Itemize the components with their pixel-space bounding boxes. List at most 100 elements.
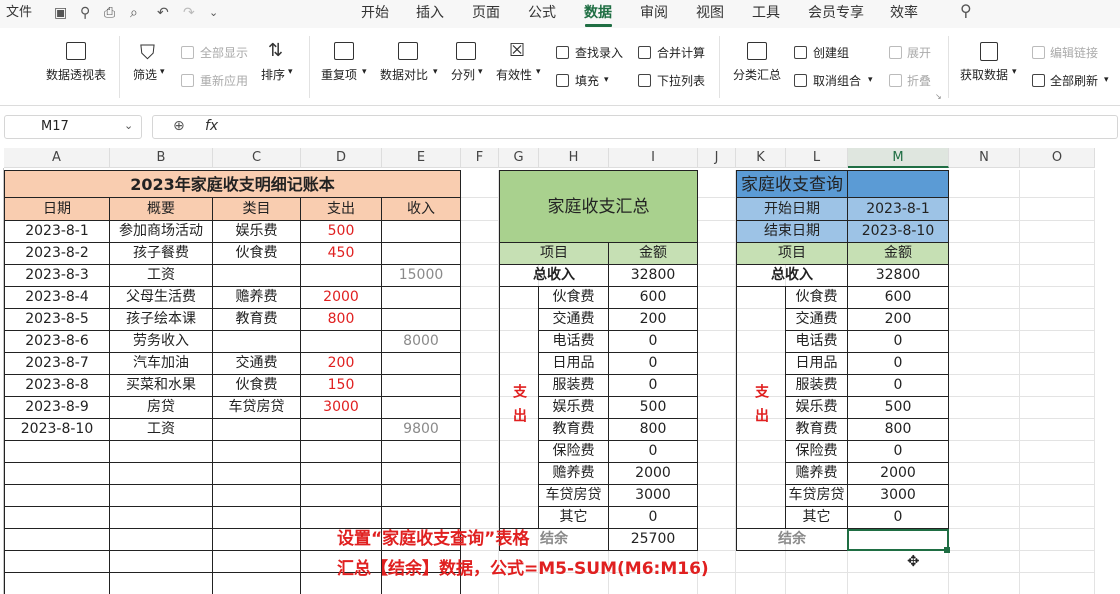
cell[interactable]: 伙食费	[786, 287, 848, 309]
cell[interactable]	[736, 551, 786, 573]
cell[interactable]: 2023-8-1	[4, 221, 110, 243]
cell[interactable]: 支出	[736, 287, 786, 529]
cell[interactable]	[4, 485, 110, 507]
cell[interactable]: 0	[848, 375, 949, 397]
chevron-down-icon[interactable]: ⌄	[209, 5, 218, 21]
cell[interactable]: 2023-8-3	[4, 265, 110, 287]
cell[interactable]: 15000	[382, 265, 461, 287]
cell[interactable]: 车贷房贷	[213, 397, 301, 419]
cell[interactable]	[382, 507, 461, 529]
tab-review[interactable]: 审阅	[640, 5, 668, 21]
cell[interactable]: 结余	[736, 529, 848, 551]
cell[interactable]	[461, 375, 499, 397]
print-icon[interactable]: ⎙	[104, 5, 115, 21]
cell[interactable]	[461, 170, 499, 198]
cell[interactable]: 交通费	[786, 309, 848, 331]
cell[interactable]	[382, 287, 461, 309]
cell[interactable]	[461, 397, 499, 419]
cell[interactable]	[698, 529, 736, 551]
cell[interactable]	[4, 507, 110, 529]
cell[interactable]	[301, 463, 382, 485]
cell[interactable]: 500	[301, 221, 382, 243]
cell[interactable]: 800	[301, 309, 382, 331]
share-icon[interactable]: ⚲	[80, 5, 90, 21]
cell[interactable]: 日用品	[539, 353, 609, 375]
cell[interactable]: 伙食费	[213, 375, 301, 397]
cell[interactable]	[786, 551, 848, 573]
column-header[interactable]: G	[499, 148, 539, 168]
cell[interactable]: 200	[848, 309, 949, 331]
cell[interactable]	[382, 441, 461, 463]
cell[interactable]: 0	[848, 507, 949, 529]
cell[interactable]	[382, 243, 461, 265]
cell[interactable]: 3000	[848, 485, 949, 507]
cell[interactable]	[949, 463, 1020, 485]
cell[interactable]: 800	[609, 419, 698, 441]
cell[interactable]: 2000	[848, 463, 949, 485]
cell[interactable]	[301, 419, 382, 441]
cell[interactable]: 娱乐费	[539, 397, 609, 419]
cell[interactable]	[213, 463, 301, 485]
cell[interactable]: 孩子餐费	[110, 243, 213, 265]
column-header[interactable]: H	[539, 148, 609, 168]
cell[interactable]	[698, 170, 736, 198]
cell[interactable]: 2000	[301, 287, 382, 309]
cell[interactable]	[1020, 375, 1095, 397]
file-menu[interactable]: 文件	[6, 5, 32, 21]
cell[interactable]: 保险费	[539, 441, 609, 463]
cell[interactable]: 3000	[609, 485, 698, 507]
cell[interactable]	[213, 419, 301, 441]
cell[interactable]	[949, 441, 1020, 463]
cell[interactable]: 2023-8-10	[4, 419, 110, 441]
cell[interactable]	[949, 375, 1020, 397]
column-header[interactable]: C	[213, 148, 301, 168]
cell[interactable]	[848, 551, 949, 573]
cell[interactable]: 2023-8-1	[848, 198, 949, 221]
column-header[interactable]: E	[382, 148, 461, 168]
cell[interactable]: 保险费	[786, 441, 848, 463]
column-header[interactable]: O	[1020, 148, 1095, 168]
cell[interactable]: 500	[609, 397, 698, 419]
cell[interactable]: 2023-8-7	[4, 353, 110, 375]
tab-insert[interactable]: 插入	[416, 5, 444, 21]
cell[interactable]	[382, 353, 461, 375]
cell[interactable]	[382, 397, 461, 419]
cell[interactable]	[461, 221, 499, 243]
cell[interactable]	[949, 309, 1020, 331]
cell[interactable]	[382, 375, 461, 397]
tab-member[interactable]: 会员专享	[808, 5, 864, 21]
cell[interactable]	[1020, 529, 1095, 551]
cell[interactable]: 200	[609, 309, 698, 331]
chevron-down-icon[interactable]: ⌄	[124, 119, 133, 132]
cell[interactable]	[698, 419, 736, 441]
cell[interactable]: 0	[848, 331, 949, 353]
cell[interactable]: 项目	[736, 243, 848, 265]
cell[interactable]	[848, 170, 949, 198]
cell[interactable]	[1020, 353, 1095, 375]
cell[interactable]: 2023-8-5	[4, 309, 110, 331]
cell[interactable]: 赡养费	[213, 287, 301, 309]
cell[interactable]	[4, 529, 110, 551]
cell[interactable]	[848, 573, 949, 594]
cell[interactable]: 娱乐费	[213, 221, 301, 243]
cell[interactable]	[698, 309, 736, 331]
cell[interactable]	[461, 287, 499, 309]
undo-icon[interactable]: ↶	[157, 5, 169, 21]
cell[interactable]: 0	[609, 375, 698, 397]
tab-formula[interactable]: 公式	[528, 5, 556, 21]
cell[interactable]	[461, 309, 499, 331]
cell[interactable]: 150	[301, 375, 382, 397]
cell[interactable]	[698, 331, 736, 353]
column-header[interactable]: J	[698, 148, 736, 168]
cell[interactable]: 9800	[382, 419, 461, 441]
cell[interactable]	[949, 198, 1020, 221]
column-header[interactable]: L	[786, 148, 848, 168]
cell[interactable]	[213, 573, 301, 594]
cell[interactable]: 32800	[609, 265, 698, 287]
print-preview-icon[interactable]: ⌕	[130, 5, 138, 21]
cell[interactable]	[213, 551, 301, 573]
cell[interactable]	[698, 287, 736, 309]
cell[interactable]	[736, 573, 786, 594]
cell[interactable]: 2023-8-6	[4, 331, 110, 353]
cell[interactable]	[1020, 441, 1095, 463]
